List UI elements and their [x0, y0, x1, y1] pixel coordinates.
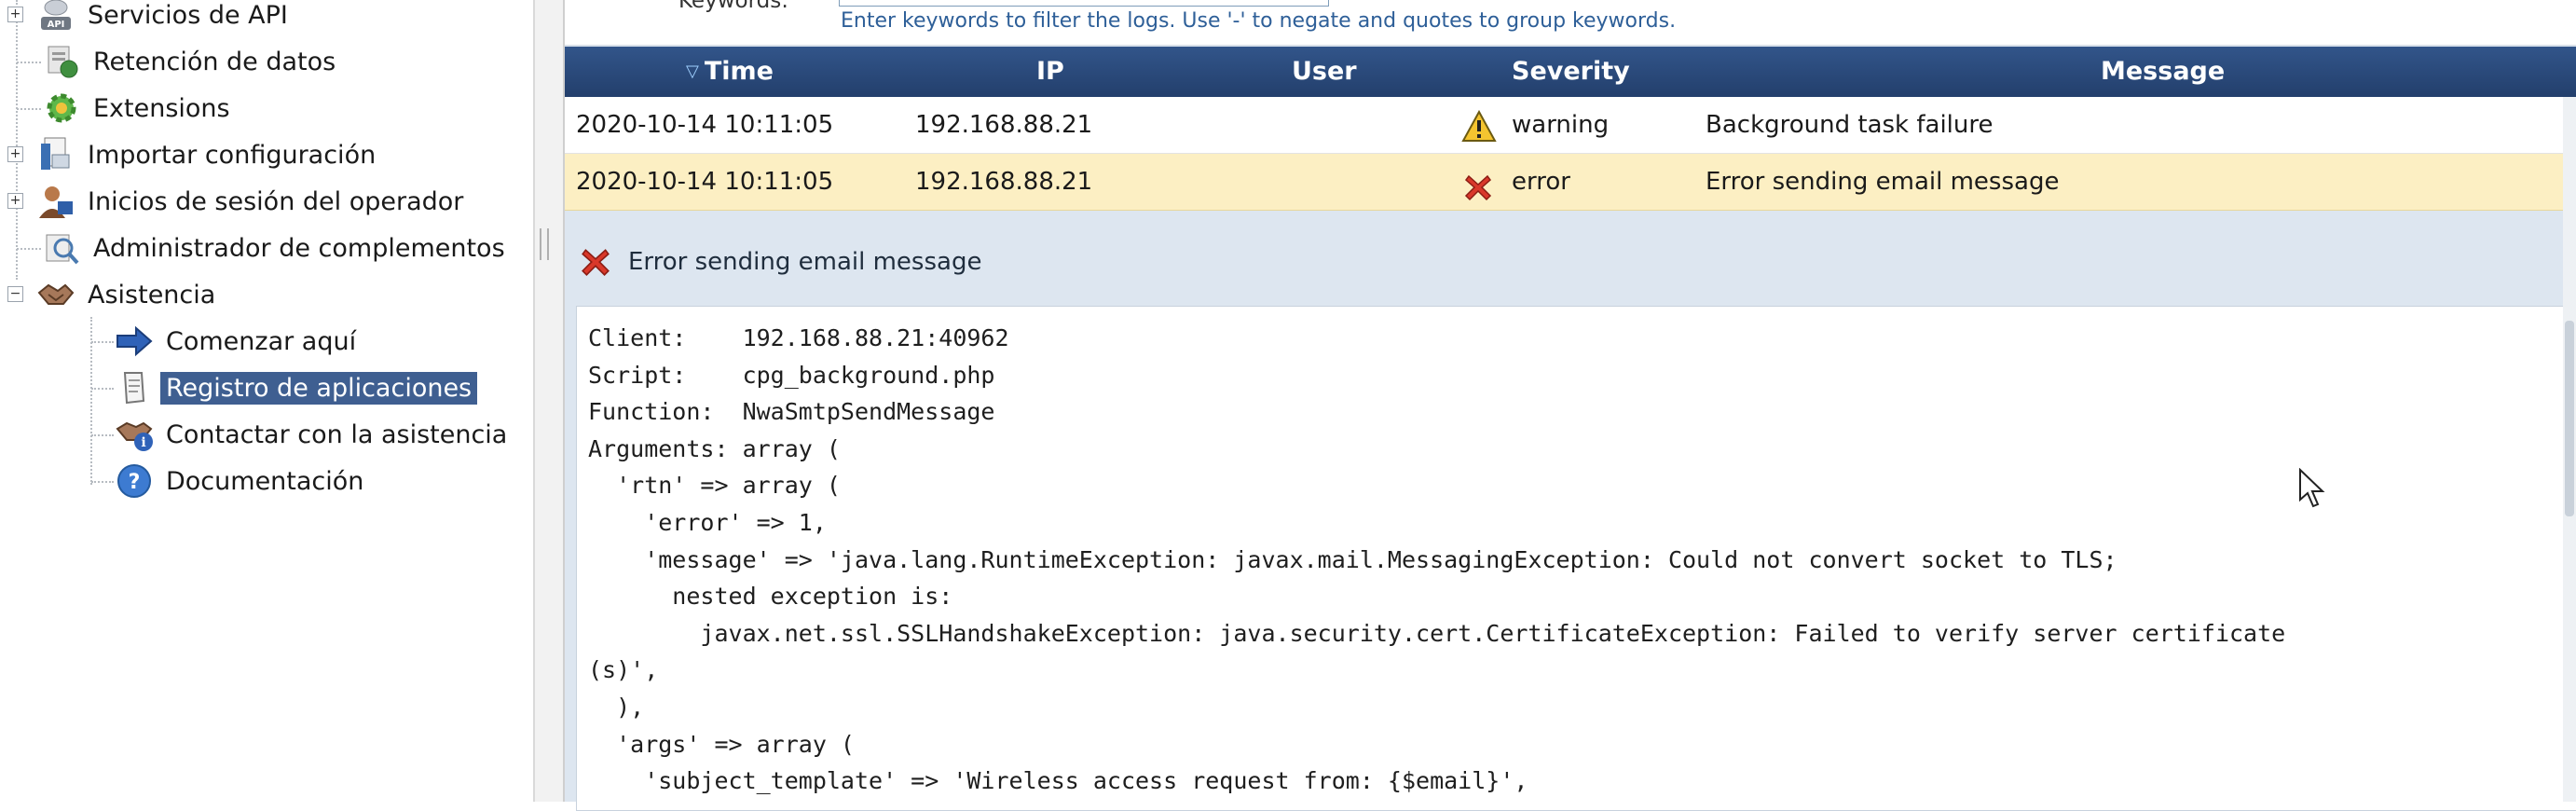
extensions-gear-icon — [43, 89, 80, 127]
tree-item-label: Comenzar aquí — [166, 326, 357, 356]
arrow-right-icon — [116, 323, 153, 360]
collapse-toggle[interactable]: − — [7, 286, 23, 302]
detail-line: ), — [588, 693, 645, 721]
svg-text:i: i — [141, 435, 145, 450]
tree-connector — [17, 62, 41, 63]
tree-item-label: Documentación — [166, 466, 364, 496]
panel-splitter[interactable] — [533, 0, 565, 802]
keywords-label: Keywords: — [678, 0, 788, 13]
detail-line: 'subject_template' => 'Wireless access r… — [588, 767, 1528, 795]
detail-line: 'message' => 'java.lang.RuntimeException… — [588, 545, 2117, 573]
detail-line: 'rtn' => array ( — [588, 472, 841, 500]
log-time: 2020-10-14 10:11:05 — [576, 168, 834, 196]
operator-login-icon — [37, 183, 75, 220]
tree-item-data-retention[interactable]: Retención de datos — [0, 41, 341, 82]
keywords-input[interactable] — [839, 0, 1329, 7]
log-grid-header: ▽ Time IP User Severity Message — [565, 47, 2576, 97]
tree-item-documentation[interactable]: ? Documentación — [0, 460, 369, 502]
tree-item-import-configuration[interactable]: + Importar configuración — [0, 134, 381, 175]
keyword-filter-bar: Keywords: Enter keywords to filter the l… — [565, 0, 2576, 46]
tree-item-operator-logins[interactable]: + Inicios de sesión del operador — [0, 181, 469, 222]
tree-connector — [17, 108, 41, 110]
api-icon: API — [37, 0, 75, 34]
log-message: Error sending email message — [1706, 168, 2060, 196]
expand-toggle[interactable]: + — [7, 193, 23, 209]
detail-line: Script: cpg_background.php — [588, 361, 995, 389]
filter-hint: Enter keywords to filter the logs. Use '… — [841, 9, 1677, 33]
tree-item-plugin-manager[interactable]: Administrador de complementos — [0, 227, 511, 268]
tree-item-label: Contactar con la asistencia — [166, 419, 508, 449]
tree-connector — [91, 434, 114, 436]
tree-item-label: Asistencia — [88, 280, 216, 309]
tree-item-label: Administrador de complementos — [93, 233, 505, 263]
tree-item-label: Inicios de sesión del operador — [88, 186, 464, 216]
detail-line: Client: 192.168.88.21:40962 — [588, 324, 1009, 351]
column-header-label: Time — [704, 57, 774, 86]
log-message: Background task failure — [1706, 111, 1994, 139]
support-handshake-icon — [37, 276, 75, 313]
detail-line: 'args' => array ( — [588, 730, 855, 758]
contact-support-icon: i — [116, 416, 153, 453]
help-question-icon: ? — [116, 462, 153, 500]
sort-descending-icon: ▽ — [686, 62, 699, 81]
tree-item-start-here[interactable]: Comenzar aquí — [0, 321, 362, 362]
log-detail-text: Client: 192.168.88.21:40962 Script: cpg_b… — [577, 307, 2576, 800]
tree-connector — [91, 341, 114, 343]
vertical-scrollbar[interactable] — [2563, 97, 2576, 802]
column-header-severity[interactable]: Severity — [1512, 47, 1630, 97]
column-header-time[interactable]: ▽ Time — [686, 47, 774, 97]
detail-line: Function: NwaSmtpSendMessage — [588, 398, 995, 426]
log-detail-header: Error sending email message — [565, 216, 2576, 309]
detail-line: 'error' => 1, — [588, 508, 827, 536]
import-config-icon — [37, 136, 75, 173]
tree-item-label: Importar configuración — [88, 140, 377, 170]
tree-item-extensions[interactable]: Extensions — [0, 88, 236, 129]
detail-line: javax.net.ssl.SSLHandshakeException: jav… — [588, 619, 2286, 647]
tree-connector — [17, 248, 41, 250]
svg-text:?: ? — [129, 471, 141, 494]
splitter-grip[interactable] — [540, 228, 549, 260]
tree-item-label: Retención de datos — [93, 47, 336, 76]
tree-item-label: Servicios de API — [88, 0, 288, 30]
tree-connector — [91, 388, 114, 390]
log-viewer-panel: Keywords: Enter keywords to filter the l… — [565, 0, 2576, 811]
expand-toggle[interactable]: + — [7, 146, 23, 162]
column-header-user[interactable]: User — [1292, 47, 1357, 97]
detail-line: nested exception is: — [588, 583, 953, 611]
tree-item-contact-support[interactable]: i Contactar con la asistencia — [0, 414, 513, 455]
svg-text:API: API — [48, 20, 65, 30]
column-header-message[interactable]: Message — [2101, 47, 2225, 97]
plugin-manager-icon — [43, 229, 80, 267]
tree-item-application-log[interactable]: Registro de aplicaciones — [0, 367, 478, 408]
log-time: 2020-10-14 10:11:05 — [576, 111, 834, 139]
tree-connector — [91, 481, 114, 483]
detail-line: Arguments: array ( — [588, 434, 841, 462]
log-row-selected[interactable]: 2020-10-14 10:11:05 192.168.88.21 error … — [565, 154, 2576, 211]
data-retention-icon — [43, 43, 80, 80]
log-severity: warning — [1512, 111, 1610, 139]
navigation-tree: + API Servicios de API Retención de dato… — [0, 0, 533, 802]
tree-item-support[interactable]: − Asistencia — [0, 274, 221, 315]
log-ip: 192.168.88.21 — [915, 111, 1093, 139]
warning-triangle-icon — [1461, 108, 1497, 142]
error-x-icon — [580, 246, 611, 278]
tree-item-label: Registro de aplicaciones — [160, 371, 478, 405]
log-ip: 192.168.88.21 — [915, 168, 1093, 196]
error-x-icon — [1463, 167, 1493, 201]
column-header-ip[interactable]: IP — [1036, 47, 1064, 97]
detail-line: (s)', — [588, 656, 659, 684]
mouse-pointer-icon — [2298, 467, 2326, 509]
expand-toggle[interactable]: + — [7, 7, 23, 22]
tree-item-label: Extensions — [93, 93, 230, 123]
tree-item-api-services[interactable]: + API Servicios de API — [0, 0, 294, 35]
scrollbar-thumb[interactable] — [2565, 321, 2574, 516]
log-row[interactable]: 2020-10-14 10:11:05 192.168.88.21 warnin… — [565, 97, 2576, 154]
log-detail-title: Error sending email message — [628, 248, 982, 276]
app-log-icon — [116, 369, 153, 406]
log-severity: error — [1512, 168, 1570, 196]
log-detail-body: Client: 192.168.88.21:40962 Script: cpg_b… — [576, 306, 2576, 811]
